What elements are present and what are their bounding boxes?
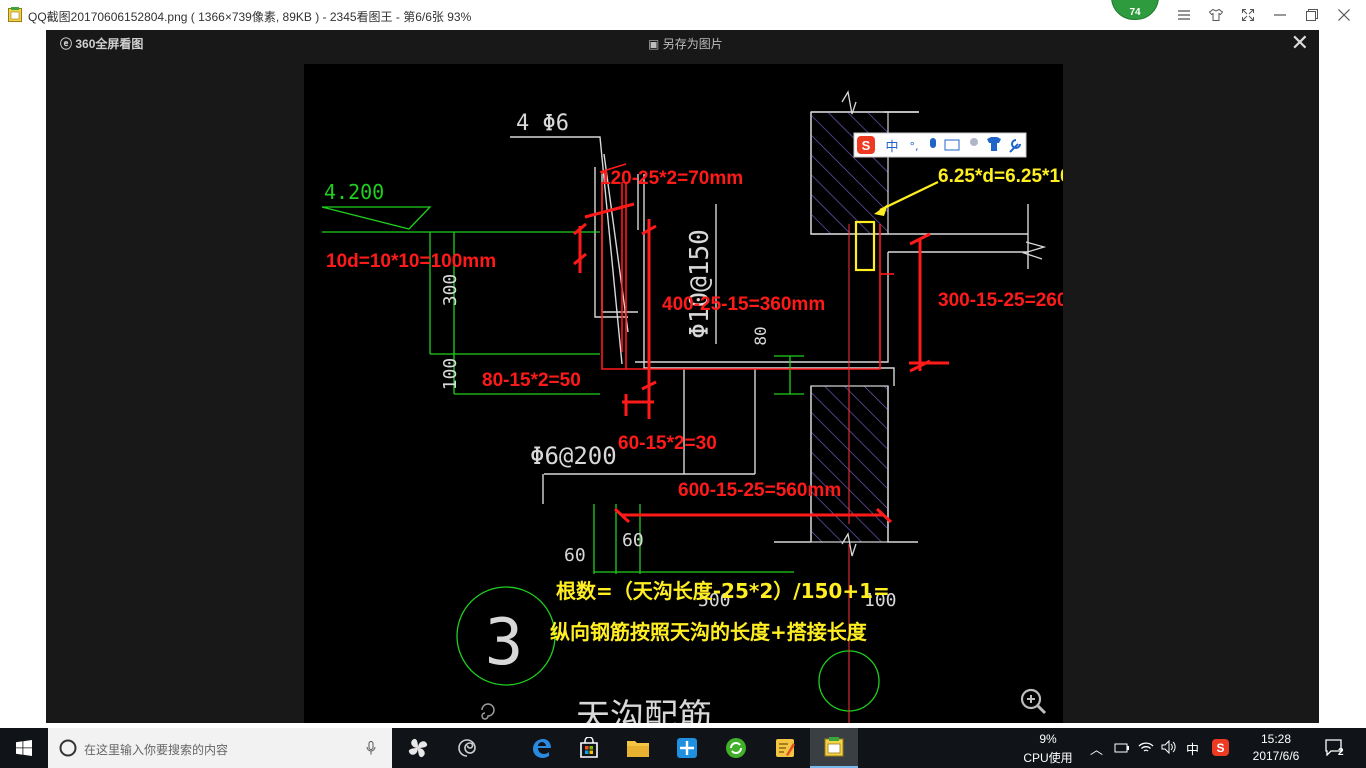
- viewer-app-icon: [824, 737, 844, 757]
- clock-time[interactable]: 15:28: [1246, 732, 1306, 746]
- microphone-icon[interactable]: [366, 741, 376, 755]
- section-title: 天沟配筋: [576, 697, 712, 723]
- cad-drawing-svg: S 中 °, 4 Φ6 4.200 300 100 Φ10@150 80 Φ6@…: [321, 90, 1063, 723]
- score-badge[interactable]: 74: [1111, 0, 1159, 20]
- svg-text:S: S: [862, 138, 871, 153]
- label-dim-80: 80: [751, 326, 770, 345]
- close-window-icon[interactable]: [1333, 4, 1355, 26]
- taskbar: 在这里输入你要搜索的内容 9% CPU使用 ︿ 中 S 15:28 2017/6…: [0, 728, 1366, 768]
- annotation-360mm: 400-25-15=360mm: [662, 294, 825, 315]
- app-icon: [8, 7, 22, 22]
- store-bag-icon: [580, 737, 598, 758]
- annotation-560mm: 600-15-25=560mm: [678, 480, 841, 501]
- ime-toolbar[interactable]: S 中 °,: [853, 132, 1027, 158]
- label-4phi6: 4 Φ6: [516, 111, 569, 136]
- image-viewer: ⓔ 360全屏看图 ▣ 另存为图片 ✕ S 中 °, 4 Φ6 4.200 30…: [46, 30, 1319, 723]
- svg-text:S: S: [1216, 741, 1224, 755]
- formula-longitudinal: 纵向钢筋按照天沟的长度+搭接长度: [550, 620, 868, 644]
- watermark-swirl-icon: [481, 703, 495, 720]
- label-elevation: 4.200: [324, 180, 384, 204]
- label-phi10-at-150: Φ10@150: [685, 229, 715, 339]
- volume-icon[interactable]: [1161, 740, 1177, 754]
- clock-date[interactable]: 2017/6/6: [1244, 749, 1308, 763]
- swirl-app[interactable]: [443, 728, 491, 768]
- folder-icon: [627, 741, 649, 757]
- annotation-70mm: 120-25*2=70mm: [600, 168, 743, 189]
- notes-app[interactable]: [761, 728, 809, 768]
- hook-leader: [879, 181, 939, 211]
- label-phi6-at-200: Φ6@200: [530, 442, 617, 470]
- taskbar-search-box[interactable]: 在这里输入你要搜索的内容: [48, 728, 392, 768]
- viewer-logo-icon: ⓔ: [60, 37, 73, 51]
- skin-shirt-icon[interactable]: [1205, 4, 1227, 26]
- minimize-icon[interactable]: [1269, 4, 1291, 26]
- annotation-62-5mm: 6.25*d=6.25*10=62.5mm: [938, 166, 1063, 187]
- fullscreen-icon[interactable]: [1237, 4, 1259, 26]
- battery-network-icon[interactable]: [1114, 741, 1130, 755]
- viewer-brand-label: 360全屏看图: [75, 37, 144, 51]
- windows-logo-icon: [16, 740, 32, 756]
- window-title-bar: QQ截图20170606152804.png ( 1366×739像素, 89K…: [0, 0, 1366, 30]
- slab-break-mark: [1021, 241, 1047, 260]
- cpu-percent: 9%: [1039, 732, 1057, 746]
- ime-mode-label[interactable]: 中: [885, 140, 898, 155]
- search-placeholder: 在这里输入你要搜索的内容: [84, 743, 229, 757]
- tray-chevron-up-icon[interactable]: ︿: [1090, 739, 1103, 758]
- store-app[interactable]: [565, 728, 613, 768]
- annotation-50: 80-15*2=50: [482, 370, 581, 391]
- section-number: 3: [485, 606, 524, 680]
- edge-browser-app[interactable]: [517, 728, 565, 768]
- sogou-tray-icon[interactable]: S: [1212, 739, 1229, 756]
- swirl-icon: [458, 739, 476, 757]
- annotation-100mm: 10d=10*10=100mm: [326, 251, 496, 272]
- file-explorer-app[interactable]: [614, 728, 662, 768]
- notification-count: 2: [1338, 747, 1344, 758]
- viewer-close-icon[interactable]: ✕: [1291, 30, 1309, 56]
- annotation-260mm: 300-15-25=260mm: [938, 290, 1063, 311]
- menu-icon[interactable]: [1173, 4, 1195, 26]
- viewer-brand: ⓔ 360全屏看图: [60, 35, 143, 52]
- ime-user-icon[interactable]: [970, 138, 978, 146]
- green-refresh-app[interactable]: [712, 728, 760, 768]
- save-as-image-label: 另存为图片: [662, 37, 723, 51]
- upper-wall-hatch: [810, 111, 889, 235]
- ime-punct-label[interactable]: °,: [910, 140, 919, 153]
- ime-microphone-icon[interactable]: [930, 138, 936, 148]
- annotation-30: 60-15*2=30: [618, 433, 717, 454]
- formula-count: 根数=（天沟长度-25*2）/150+1=: [556, 579, 890, 603]
- window-title: QQ截图20170606152804.png ( 1366×739像素, 89K…: [28, 10, 472, 24]
- blue-cross-icon: [677, 738, 697, 758]
- tray-ime-mode[interactable]: 中: [1186, 739, 1199, 758]
- cortana-icon: [59, 739, 77, 757]
- label-dim-300: 300: [440, 274, 461, 307]
- viewer-toolbar: ⓔ 360全屏看图 ▣ 另存为图片 ✕: [46, 30, 1319, 56]
- task-view-app[interactable]: [394, 728, 442, 768]
- pinwheel-icon: [408, 738, 428, 758]
- cad-drawing[interactable]: S 中 °, 4 Φ6 4.200 300 100 Φ10@150 80 Φ6@…: [304, 64, 1063, 723]
- save-as-image-button[interactable]: ▣ 另存为图片: [648, 35, 723, 52]
- label-dim-60-right: 60: [622, 530, 644, 551]
- save-icon: ▣: [648, 37, 660, 51]
- start-button[interactable]: [0, 728, 48, 768]
- label-dim-60-left: 60: [564, 545, 586, 566]
- edge-icon: [533, 739, 551, 758]
- notepad-icon: [776, 739, 795, 757]
- zoom-in-icon[interactable]: [1018, 686, 1048, 716]
- blue-tool-app[interactable]: [663, 728, 711, 768]
- restore-icon[interactable]: [1301, 4, 1323, 26]
- wall-break-mark-top: [841, 90, 857, 115]
- green-refresh-icon: [726, 738, 746, 758]
- cpu-label: CPU使用: [1023, 751, 1073, 765]
- wifi-icon[interactable]: [1138, 740, 1154, 754]
- label-dim-100: 100: [440, 358, 461, 391]
- image-viewer-app[interactable]: [810, 728, 858, 768]
